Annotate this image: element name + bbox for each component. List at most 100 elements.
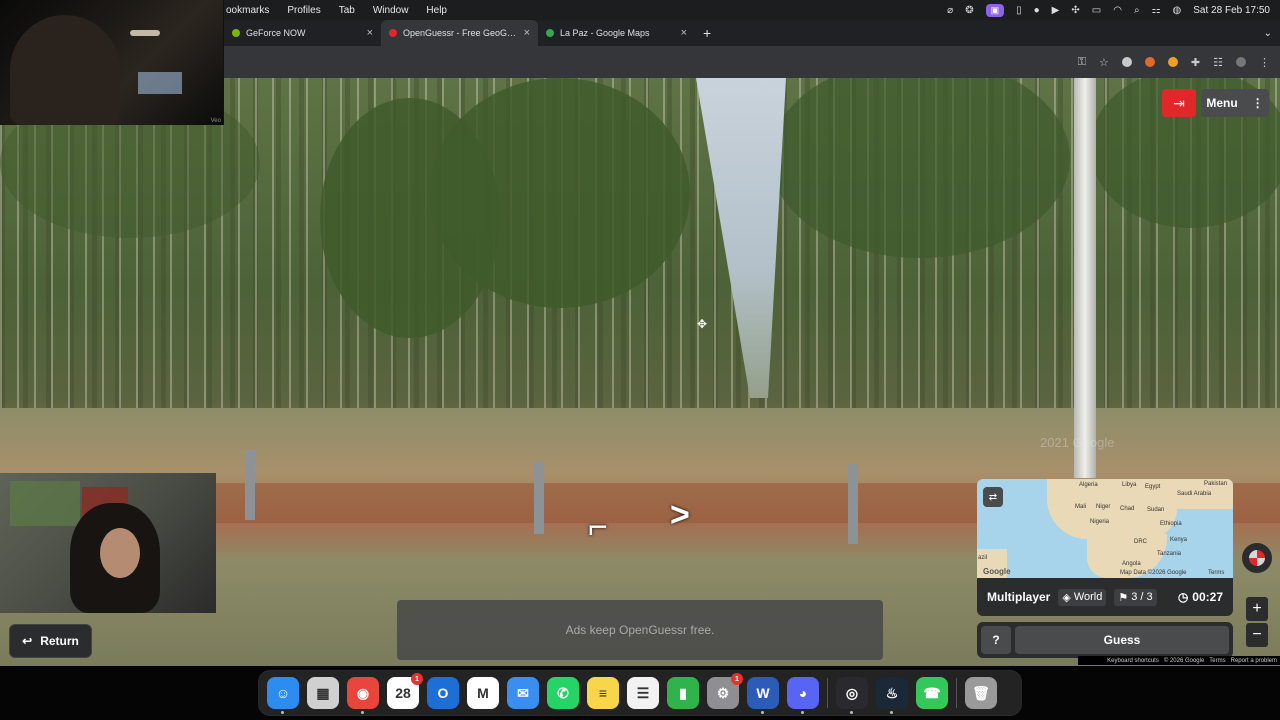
keyboard-shortcuts-link[interactable]: Keyboard shortcuts — [1107, 658, 1159, 664]
profile-avatar-icon[interactable] — [1236, 57, 1246, 67]
dock-app-system-settings-icon[interactable]: ⚙ 1 — [707, 673, 743, 709]
dock-app-calendar-icon[interactable]: 28 1 — [387, 673, 423, 709]
running-indicator — [361, 711, 364, 714]
bookmark-star-icon[interactable]: ☆ — [1099, 56, 1109, 69]
dock-app-outlook-icon[interactable]: O — [427, 677, 459, 709]
map-label: DRC — [1134, 539, 1147, 545]
map-data-attribution: Map Data ©2026 Google — [1120, 570, 1187, 576]
dock-app-trash-icon[interactable]: 🗑 — [965, 677, 997, 709]
dock-app-steam-icon[interactable]: ♨ — [876, 677, 908, 714]
extension-icon[interactable] — [1144, 57, 1155, 67]
dock-app-word-icon[interactable]: W — [747, 677, 779, 714]
dock-app-obs-icon[interactable]: ◎ — [836, 677, 868, 714]
extension-icon[interactable] — [1167, 57, 1178, 67]
tab-search-button[interactable]: ⌄ — [1264, 28, 1272, 39]
compass-needle-icon — [1249, 550, 1265, 566]
new-tab-button[interactable]: + — [703, 25, 711, 41]
dock-glyph: O — [437, 685, 449, 701]
map-label: Egypt — [1145, 484, 1161, 490]
search-icon[interactable]: ⌕ — [1134, 5, 1140, 16]
fan-icon[interactable]: ✣ — [1071, 5, 1079, 16]
map-label: Nigeria — [1090, 519, 1110, 525]
menu-item[interactable]: Tab — [339, 5, 355, 16]
running-indicator — [761, 711, 764, 714]
dock-app-mail-icon[interactable]: ✉ — [507, 677, 539, 709]
report-problem-link[interactable]: Report a problem — [1231, 658, 1277, 664]
dock-glyph: ☰ — [636, 684, 650, 701]
control-center-icon[interactable]: ⚏ — [1152, 5, 1161, 16]
dock-app-phone-icon[interactable]: ☎ — [916, 677, 948, 709]
dock-app-reminders-icon[interactable]: ☰ — [627, 677, 659, 709]
return-arrow-icon: ↩ — [22, 634, 33, 648]
dock-app-chrome-icon[interactable]: ◉ — [347, 677, 379, 714]
zoom-in-button[interactable]: + — [1246, 597, 1268, 621]
dock-app-numbers-icon[interactable]: ▮ — [667, 677, 699, 709]
nav-arrow-right-icon[interactable]: > — [670, 496, 690, 535]
menu-bar-status: ⌀ ❂ ▣ ▯ ● ▶ ✣ ▭ ◠ ⌕ ⚏ ◍ Sat 28 Feb 17:50 — [947, 3, 1270, 17]
game-mode: Multiplayer — [987, 590, 1051, 604]
dock-app-whatsapp-icon[interactable]: ✆ — [547, 677, 579, 709]
nav-arrow-left-icon[interactable]: ⌐ — [588, 508, 608, 547]
guess-minimap[interactable]: ⇄ Algeria Libya Egypt Saudi Arabia Pakis… — [977, 479, 1233, 578]
layers-icon: ◈ — [1062, 591, 1071, 604]
kebab-menu-icon[interactable]: ⋮ — [1259, 56, 1270, 69]
compass-button[interactable] — [1242, 543, 1272, 573]
menu-bar-clock[interactable]: Sat 28 Feb 17:50 — [1193, 5, 1270, 16]
exit-game-button[interactable]: ⇥ — [1162, 89, 1196, 117]
browser-tab[interactable]: La Paz - Google Maps × — [538, 20, 695, 46]
zoom-out-button[interactable]: − — [1246, 623, 1268, 647]
dock-glyph: ☎ — [923, 684, 941, 701]
menu-item[interactable]: Profiles — [287, 5, 320, 16]
dock-app-finder-icon[interactable]: ☺ — [267, 677, 299, 714]
password-key-icon[interactable]: ⚿ — [1078, 56, 1086, 69]
help-button[interactable]: ? — [981, 626, 1011, 654]
reading-list-icon[interactable]: ☷ — [1213, 56, 1223, 69]
round-counter: 3 / 3 — [1131, 591, 1153, 603]
dock-app-gmail-icon[interactable]: M — [467, 677, 499, 709]
fence-post — [534, 462, 544, 534]
guess-controls: ? Guess — [977, 622, 1233, 658]
dock-app-notes-icon[interactable]: ≡ — [587, 677, 619, 709]
battery-charging-icon[interactable]: ▭ — [1092, 5, 1101, 16]
mic-off-icon[interactable]: ⌀ — [947, 5, 953, 16]
map-label: Sudan — [1147, 507, 1165, 513]
dock-app-discord-icon[interactable]: ◕ — [787, 677, 819, 714]
browser-tab[interactable]: OpenGuessr - Free GeoGuessr × — [381, 20, 538, 46]
map-chip: ◈ World — [1058, 588, 1107, 606]
play-icon[interactable]: ▶ — [1052, 5, 1060, 16]
close-tab-icon[interactable]: × — [681, 27, 687, 39]
dock-glyph: ◎ — [845, 684, 859, 701]
map-label: Ethiopia — [1160, 521, 1182, 527]
game-menu-button[interactable]: Menu ⋮ — [1201, 89, 1269, 117]
ad-banner[interactable]: Ads keep OpenGuessr free. — [397, 600, 883, 660]
menu-item[interactable]: Window — [373, 5, 409, 16]
guess-button[interactable]: Guess — [1015, 626, 1229, 654]
browser-tab[interactable]: GeForce NOW × — [224, 20, 381, 46]
siri-icon[interactable]: ◍ — [1173, 5, 1182, 16]
screen-record-icon[interactable]: ▣ — [985, 3, 1005, 17]
wall-flag-green — [10, 481, 80, 526]
car-display — [138, 72, 182, 94]
dock-app-launchpad-icon[interactable]: ▦ — [307, 677, 339, 709]
dock-glyph: ♨ — [885, 684, 899, 701]
copyright-text: © 2026 Google — [1163, 657, 1205, 664]
game-info-bar: Multiplayer ◈ World ⚑ 3 / 3 ◷ 00:27 — [977, 578, 1233, 616]
wifi-icon[interactable]: ◠ — [1113, 5, 1122, 16]
extension-icon[interactable] — [1121, 57, 1132, 67]
map-settings-icon[interactable]: ⇄ — [983, 487, 1003, 507]
puzzle-extensions-icon[interactable]: ✚ — [1191, 56, 1200, 69]
terms-link[interactable]: Terms — [1209, 658, 1225, 664]
menu-item[interactable]: ookmarks — [226, 5, 269, 16]
battery-icon[interactable]: ▯ — [1016, 5, 1022, 16]
return-to-start-button[interactable]: ↩ Return — [9, 624, 92, 658]
chatgpt-icon[interactable]: ❂ — [965, 5, 973, 16]
tab-title: OpenGuessr - Free GeoGuessr — [403, 28, 518, 38]
browser-tab-strip: GeForce NOW × OpenGuessr - Free GeoGuessr ×… — [224, 20, 1280, 46]
map-label: Tanzania — [1157, 551, 1182, 557]
map-terms-link[interactable]: Terms — [1208, 570, 1224, 576]
close-tab-icon[interactable]: × — [524, 27, 530, 39]
map-label: Angola — [1122, 561, 1141, 567]
menu-item[interactable]: Help — [426, 5, 447, 16]
close-tab-icon[interactable]: × — [367, 27, 373, 39]
spotify-icon[interactable]: ● — [1034, 5, 1040, 16]
